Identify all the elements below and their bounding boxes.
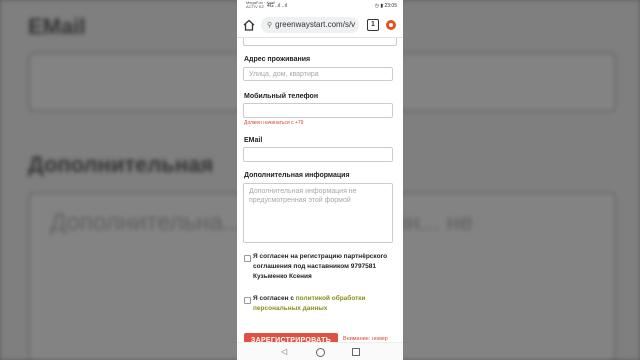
registration-consent-text: Я согласен на регистрацию партнёрского с…	[253, 253, 388, 280]
nav-home-icon[interactable]	[316, 348, 325, 357]
tabs-count-button[interactable]: 1	[367, 19, 379, 31]
address-input[interactable]: Улица, дом, квартира	[243, 67, 393, 81]
status-bar: MegaFon · Kcell ACTIV KZ 4G ..ıl ..ıl ◷ …	[237, 0, 403, 12]
recents-icon[interactable]	[352, 348, 360, 356]
extension-icon[interactable]	[386, 20, 396, 30]
email-label: EMail	[244, 137, 263, 144]
phone-input[interactable]	[243, 103, 393, 118]
registration-checkbox[interactable]	[244, 255, 251, 262]
form-content: Адрес проживания Улица, дом, квартира Мо…	[237, 38, 403, 342]
policy-checkbox[interactable]	[244, 297, 251, 304]
address-bar[interactable]: ⚲ greenwaystart.com/s/v	[261, 17, 359, 33]
home-icon[interactable]	[242, 18, 256, 32]
phone-label: Мобильный телефон	[244, 93, 319, 100]
back-icon[interactable]: ◁	[281, 347, 287, 356]
phone-hint: Должен начинаться с +79	[244, 120, 304, 126]
previous-field-edge	[243, 38, 397, 46]
policy-prefix: Я согласен с	[253, 295, 296, 302]
register-button[interactable]: ЗАРЕГИСТРИРОВАТЬ	[244, 333, 338, 342]
email-input[interactable]	[243, 147, 393, 162]
address-label: Адрес проживания	[244, 56, 311, 63]
signal-icon: 4G ..ıl ..ıl	[267, 3, 288, 9]
lock-icon: ⚲	[267, 22, 273, 29]
url-text: greenwaystart.com/s/v	[275, 20, 356, 29]
policy-consent-text: Я согласен с политикой обработки персона…	[253, 294, 393, 314]
android-nav-bar: ◁	[237, 342, 403, 360]
additional-label: Дополнительная информация	[244, 172, 350, 179]
additional-textarea[interactable]: Дополнительная информация не предусмотре…	[243, 183, 393, 243]
phone-screen: MegaFon · Kcell ACTIV KZ 4G ..ıl ..ıl ◷ …	[237, 0, 403, 360]
browser-toolbar: ⚲ greenwaystart.com/s/v 1	[237, 12, 403, 38]
status-right: ◷ ▮ 23:05	[374, 3, 397, 9]
